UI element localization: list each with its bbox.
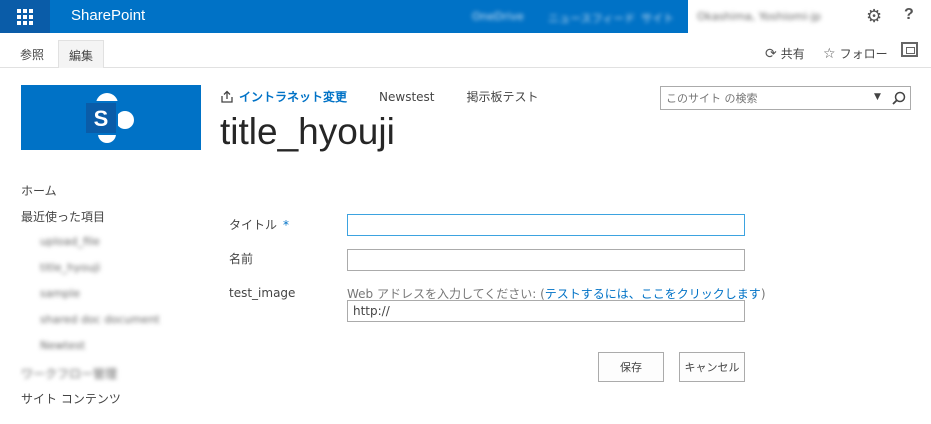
star-icon: ☆ [823, 45, 836, 62]
suite-link-newsfeed[interactable]: ニュースフィード [548, 10, 635, 26]
edit-links-icon [221, 90, 233, 103]
focus-content-icon[interactable] [901, 42, 918, 57]
nav-link-bulletin[interactable]: 掲示板テスト [467, 88, 539, 105]
tab-browse[interactable]: 参照 [10, 40, 54, 68]
nav-recent-item[interactable]: upload_file [21, 235, 211, 261]
edit-links-label: イントラネット変更 [239, 90, 348, 104]
follow-button[interactable]: ☆ フォロー [823, 45, 888, 62]
suite-link-sites[interactable]: サイト [641, 10, 674, 26]
nav-recent-item[interactable]: sample [21, 287, 211, 313]
name-field[interactable] [347, 249, 745, 271]
nav-blurred-item[interactable]: ワークフロー管理 [21, 365, 211, 391]
suite-link-onedrive[interactable]: OneDrive [472, 10, 524, 23]
image-field-label: test_image [229, 286, 296, 300]
search-input[interactable] [661, 87, 861, 110]
site-logo[interactable]: S [21, 85, 201, 150]
required-marker: * [283, 218, 290, 232]
edit-links-button[interactable]: イントラネット変更 [221, 88, 347, 105]
nav-recent[interactable]: 最近使った項目 [21, 209, 211, 235]
share-label: 共有 [780, 47, 805, 61]
page-title: title_hyouji [220, 111, 395, 152]
title-field-label: タイトル * [229, 216, 289, 233]
ribbon: 参照 編集 ⟳ 共有 ☆ フォロー [0, 33, 931, 68]
image-url-field[interactable] [347, 300, 745, 322]
gear-icon[interactable]: ⚙ [866, 6, 882, 27]
follow-label: フォロー [839, 47, 888, 61]
cancel-button[interactable]: キャンセル [679, 352, 745, 382]
help-icon[interactable]: ? [904, 6, 914, 24]
quick-launch: ホーム 最近使った項目 upload_file title_hyouji sam… [21, 183, 211, 417]
share-button[interactable]: ⟳ 共有 [765, 45, 805, 62]
search-scope-dropdown-icon[interactable]: ▼ [874, 92, 881, 102]
save-button[interactable]: 保存 [598, 352, 664, 382]
user-menu[interactable]: Okashima, Yoshiomi-jp [697, 10, 821, 23]
sharepoint-logo-icon: S [84, 92, 134, 143]
nav-recent-item[interactable]: Newtest [21, 339, 211, 365]
brand-label[interactable]: SharePoint [71, 7, 145, 24]
nav-home[interactable]: ホーム [21, 183, 211, 209]
site-search-box[interactable]: ▼ [660, 86, 911, 110]
search-icon[interactable] [890, 89, 908, 107]
title-label-text: タイトル [229, 218, 278, 232]
top-navigation: イントラネット変更 Newstest 掲示板テスト [221, 88, 571, 105]
nav-recent-item[interactable]: shared doc document [21, 313, 211, 339]
share-icon: ⟳ [765, 45, 777, 62]
url-hint-prefix: Web アドレスを入力してください: ( [347, 287, 545, 301]
nav-site-contents[interactable]: サイト コンテンツ [21, 391, 211, 417]
waffle-icon [17, 8, 33, 25]
nav-recent-item[interactable]: title_hyouji [21, 261, 211, 287]
tab-edit[interactable]: 編集 [58, 40, 105, 68]
test-url-link[interactable]: テストするには、ここをクリックします [545, 287, 761, 301]
suite-bar: SharePoint OneDrive ニュースフィード サイト Okashim… [0, 0, 931, 33]
name-field-label: 名前 [229, 252, 254, 266]
app-launcher-button[interactable] [0, 0, 50, 33]
url-hint-suffix: ) [760, 287, 766, 301]
title-field[interactable] [347, 214, 745, 236]
nav-link-newstest[interactable]: Newstest [379, 90, 434, 104]
svg-text:S: S [94, 106, 109, 131]
